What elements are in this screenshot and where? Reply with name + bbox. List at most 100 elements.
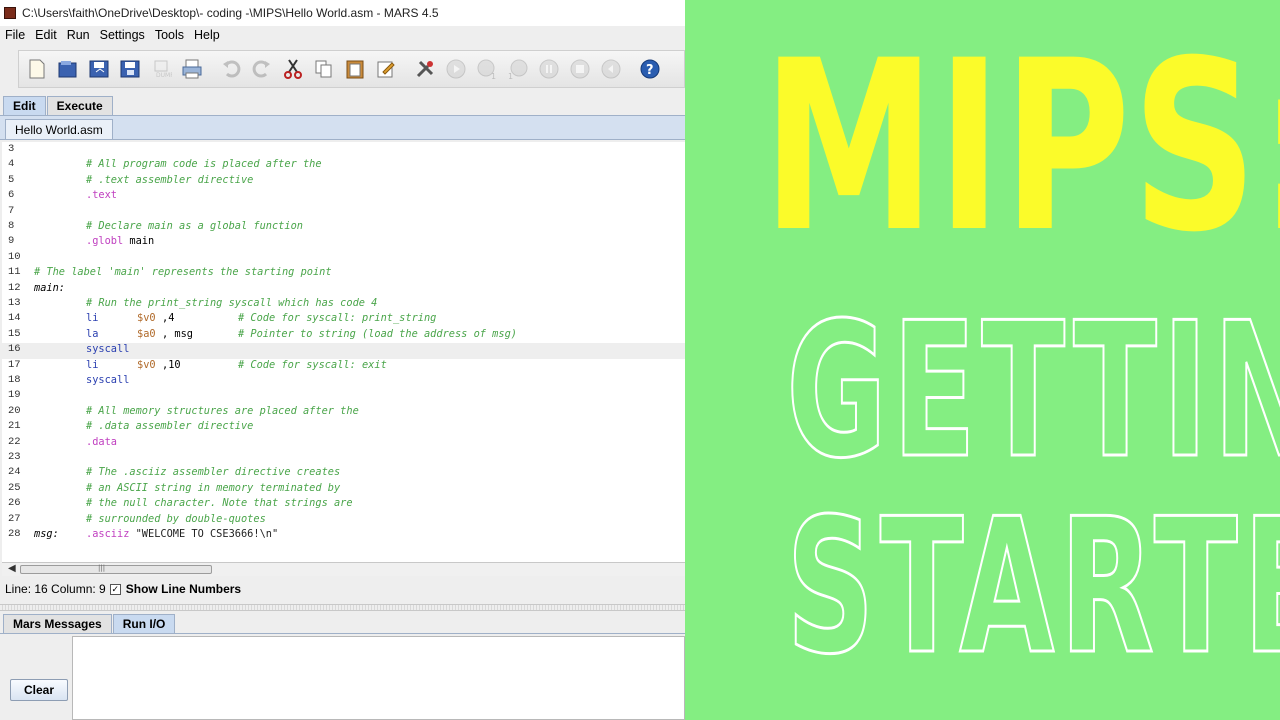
code-line[interactable]: 20 # All memory structures are placed aft… <box>2 405 685 420</box>
line-number: 4 <box>8 158 15 171</box>
cursor-position: Line: 16 Column: 9 <box>5 582 106 596</box>
file-tab-hello-world[interactable]: Hello World.asm <box>5 119 113 139</box>
line-number: 13 <box>8 297 21 309</box>
line-number: 11 <box>8 266 21 279</box>
redo-button[interactable] <box>248 55 275 83</box>
copy-icon <box>315 60 331 78</box>
dump-memory-button[interactable]: DUMP <box>147 55 174 83</box>
code-line[interactable]: 8 # Declare main as a global function <box>2 220 685 235</box>
code-instruction: syscall <box>86 343 130 356</box>
code-line[interactable]: 24 # The .asciiz assembler directive crea… <box>2 466 685 481</box>
line-number: 20 <box>8 404 21 417</box>
code-line[interactable]: 15 la $a0 , msg # Pointer to string (load th… <box>2 328 685 343</box>
split-pane-divider[interactable] <box>0 604 685 611</box>
clear-button[interactable]: Clear <box>10 679 68 701</box>
code-comment: # Code for syscall: exit <box>238 358 387 371</box>
code-operands: ,10 <box>162 358 181 371</box>
menu-file[interactable]: File <box>0 28 30 42</box>
tab-execute[interactable]: Execute <box>46 96 113 115</box>
code-instruction: la <box>86 327 99 340</box>
new-file-icon <box>29 59 44 79</box>
horizontal-scrollbar[interactable]: ◀ ||| <box>2 562 685 576</box>
code-comment: # All memory structures are placed after… <box>86 404 359 417</box>
mars-app-icon <box>4 7 16 19</box>
title-banner: MIPS: GETTING STARTED <box>685 0 1280 720</box>
code-line[interactable]: 9 .globl main <box>2 235 685 250</box>
tab-edit[interactable]: Edit <box>3 96 46 115</box>
code-label: msg: <box>34 528 59 540</box>
cut-icon <box>283 59 302 79</box>
code-line[interactable]: 7 <box>2 205 685 220</box>
code-line[interactable]: 6 .text <box>2 189 685 204</box>
code-instruction: syscall <box>86 374 130 386</box>
code-line[interactable]: 27 # surrounded by double-quotes <box>2 513 685 528</box>
menu-help[interactable]: Help <box>189 28 225 42</box>
line-number: 19 <box>8 389 21 402</box>
code-line[interactable]: 12 main: <box>2 282 685 297</box>
line-number: 12 <box>8 281 21 294</box>
menu-edit[interactable]: Edit <box>30 28 62 42</box>
mars-window: C:\Users\faith\OneDrive\Desktop\- coding… <box>0 0 685 720</box>
menu-settings[interactable]: Settings <box>95 28 150 42</box>
help-button[interactable]: ? <box>636 55 663 83</box>
step-button[interactable]: 1 <box>473 55 500 83</box>
show-line-numbers-checkbox[interactable]: ✓ <box>109 583 121 595</box>
new-file-button[interactable] <box>23 55 50 83</box>
undo-button[interactable] <box>217 55 244 83</box>
save-as-button[interactable] <box>116 55 143 83</box>
code-line[interactable]: 17 li $v0 ,10 # Code for syscall: exit <box>2 359 685 374</box>
code-line[interactable]: 23 <box>2 451 685 466</box>
code-line[interactable]: 16 syscall <box>2 343 685 359</box>
code-line[interactable]: 19 <box>2 389 685 404</box>
code-editor[interactable]: 3 4 # All program code is placed after the… <box>2 142 685 562</box>
code-line[interactable]: 18 syscall <box>2 374 685 389</box>
code-line[interactable]: 4 # All program code is placed after the <box>2 158 685 173</box>
line-number: 5 <box>8 173 15 186</box>
menu-run[interactable]: Run <box>62 28 95 42</box>
code-line[interactable]: 11 # The label 'main' represents the star… <box>2 266 685 281</box>
open-file-button[interactable] <box>54 55 81 83</box>
code-line[interactable]: 13 # Run the print_string syscall which h… <box>2 297 685 312</box>
code-comment: # The .asciiz assembler directive create… <box>86 466 341 479</box>
code-line[interactable]: 26 # the null character. Note that string… <box>2 497 685 512</box>
code-line[interactable]: 25 # an ASCII string in memory terminated… <box>2 482 685 497</box>
scrollbar-thumb[interactable] <box>20 565 212 574</box>
run-io-output[interactable] <box>72 636 685 720</box>
open-file-icon <box>58 61 76 78</box>
line-number: 23 <box>8 451 21 463</box>
code-comment: # The label 'main' represents the starti… <box>34 266 332 279</box>
stop-button[interactable] <box>566 55 593 83</box>
tab-run-io[interactable]: Run I/O <box>112 614 176 633</box>
window-title: C:\Users\faith\OneDrive\Desktop\- coding… <box>22 6 439 20</box>
reset-button[interactable] <box>597 55 624 83</box>
code-line[interactable]: 10 <box>2 251 685 266</box>
tab-mars-messages[interactable]: Mars Messages <box>3 614 112 633</box>
cut-button[interactable] <box>279 55 306 83</box>
paste-button[interactable] <box>341 55 368 83</box>
find-replace-icon <box>377 61 395 78</box>
svg-text:?: ? <box>646 63 654 78</box>
print-button[interactable] <box>178 55 205 83</box>
copy-button[interactable] <box>310 55 337 83</box>
code-comment: # surrounded by double-quotes <box>86 512 266 525</box>
pause-button[interactable] <box>535 55 562 83</box>
run-button[interactable] <box>442 55 469 83</box>
message-tabs: Mars Messages Run I/O <box>0 614 685 634</box>
code-line[interactable]: 3 <box>2 143 685 158</box>
menu-tools[interactable]: Tools <box>150 28 189 42</box>
find-replace-button[interactable] <box>372 55 399 83</box>
scroll-left-icon[interactable]: ◀ <box>8 563 16 574</box>
code-line[interactable]: 22 .data <box>2 436 685 451</box>
save-button[interactable] <box>85 55 112 83</box>
assemble-icon <box>416 60 433 78</box>
toolbar: DUMP 1 <box>18 50 685 88</box>
code-line[interactable]: 14 li $v0 ,4 # Code for syscall: print_strin… <box>2 312 685 327</box>
code-line[interactable]: 28 msg: .asciiz "WELCOME TO CSE3666!\n" <box>2 528 685 543</box>
line-number: 15 <box>8 327 21 340</box>
code-line[interactable]: 5 # .text assembler directive <box>2 174 685 189</box>
code-line[interactable]: 21 # .data assembler directive <box>2 420 685 435</box>
backstep-button[interactable]: 1 <box>504 55 531 83</box>
assemble-button[interactable] <box>411 55 438 83</box>
save-as-icon <box>120 60 139 78</box>
line-number: 21 <box>8 420 21 433</box>
